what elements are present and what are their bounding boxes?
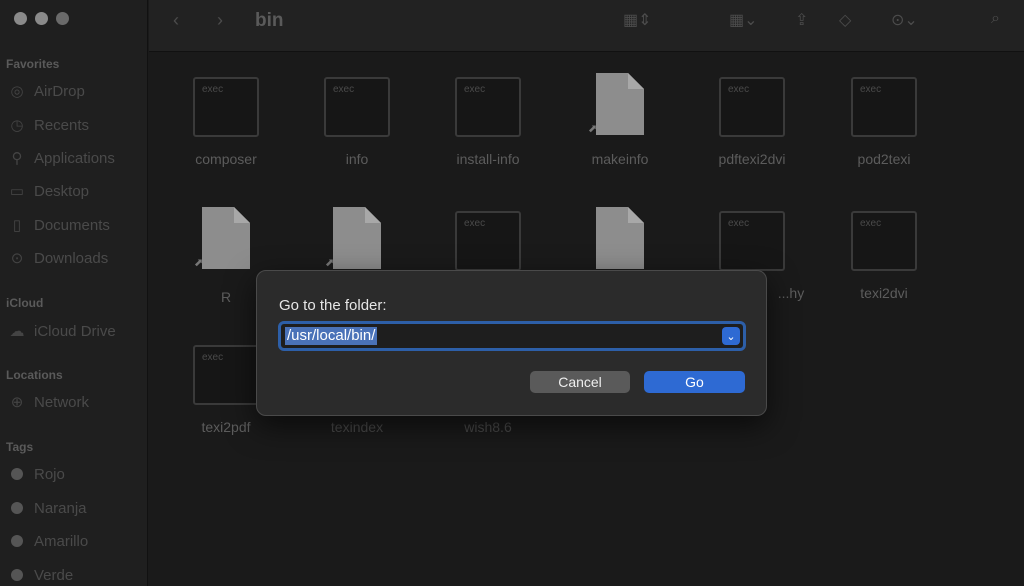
sidebar-item-label: AirDrop — [34, 82, 85, 100]
sidebar-tag-verde[interactable]: Verde — [8, 566, 73, 584]
exec-file-icon: exec — [851, 77, 917, 137]
file-name: texi2dvi — [860, 285, 908, 301]
document-icon — [594, 205, 646, 271]
window-title: bin — [255, 10, 284, 31]
alias-document-icon: ⬈ — [588, 71, 646, 137]
exec-file-icon: exec — [193, 345, 259, 405]
sidebar-item-label: Naranja — [34, 499, 87, 517]
tag-dot-icon — [8, 566, 26, 584]
sidebar-item-label: Network — [34, 393, 90, 411]
desktop-icon: ▭ — [9, 183, 25, 200]
more-actions-icon[interactable]: ⊙⌄ — [891, 10, 918, 30]
back-icon[interactable]: ‹ — [173, 10, 179, 31]
exec-file-icon: exec — [324, 77, 390, 137]
sidebar-item-downloads[interactable]: ⊙ Downloads — [8, 249, 109, 268]
sidebar-header-tags: Tags — [6, 440, 34, 454]
file-item[interactable]: exec install-info — [423, 77, 553, 167]
sidebar-item-label: Desktop — [34, 182, 90, 200]
exec-file-icon: exec — [193, 77, 259, 137]
sidebar-item-label: iCloud Drive — [34, 322, 116, 340]
sidebar-item-recents[interactable]: ◷ Recents — [8, 116, 90, 135]
exec-file-icon: exec — [719, 77, 785, 137]
file-name: makeinfo — [591, 151, 649, 167]
globe-icon: ⊕ — [10, 394, 24, 411]
file-name: composer — [195, 151, 257, 167]
forward-icon[interactable]: › — [217, 10, 223, 31]
share-icon[interactable]: ⇪ — [795, 10, 808, 30]
sidebar-item-label: Rojo — [34, 465, 65, 483]
sidebar-item-network[interactable]: ⊕ Network — [8, 393, 90, 412]
file-name: install-info — [456, 151, 520, 167]
sidebar-header-locations: Locations — [6, 368, 63, 382]
file-name: pdftexi2dvi — [718, 151, 786, 167]
file-item[interactable]: exec composer — [161, 77, 291, 167]
tag-icon[interactable]: ◇ — [839, 10, 851, 30]
folder-path-value: /usr/local/bin/ — [285, 327, 378, 345]
chevron-down-icon[interactable]: ⌄ — [722, 327, 740, 345]
window-controls — [14, 12, 69, 25]
download-icon: ⊙ — [10, 250, 24, 267]
view-grid-icon[interactable]: ▦⇕ — [623, 10, 652, 30]
tag-dot-icon — [8, 465, 26, 483]
sidebar-item-label: Documents — [34, 216, 110, 234]
file-item[interactable]: exec pod2texi — [819, 77, 949, 167]
file-item[interactable] — [555, 205, 685, 271]
minimize-window-button[interactable] — [35, 12, 48, 25]
file-name: texindex — [330, 419, 384, 435]
exec-file-icon: exec — [455, 211, 521, 271]
tag-dot-icon — [8, 532, 26, 550]
sidebar-item-applications[interactable]: ⚲ Applications — [8, 149, 115, 168]
tag-dot-icon — [8, 499, 26, 517]
sidebar: Favorites ◎ AirDrop ◷ Recents ⚲ Applicat… — [0, 0, 148, 586]
toolbar: ‹ › bin ▦⇕ ▦⌄ ⇪ ◇ ⊙⌄ ⌕ — [149, 0, 1024, 52]
file-item[interactable]: exec pdftexi2dvi — [687, 77, 817, 167]
cloud-icon: ☁ — [9, 323, 25, 340]
sidebar-header-icloud: iCloud — [6, 296, 44, 310]
document-icon: ▯ — [12, 217, 22, 234]
sidebar-tag-rojo[interactable]: Rojo — [8, 465, 65, 483]
sidebar-item-label: Recents — [34, 116, 90, 134]
airdrop-icon: ◎ — [10, 83, 24, 100]
file-item[interactable]: ⬈ — [292, 205, 422, 271]
file-item[interactable]: ⬈ makeinfo — [555, 71, 685, 167]
alias-document-icon: ⬈ — [325, 205, 383, 271]
alias-document-icon: ⬈ — [194, 205, 252, 271]
exec-file-icon: exec — [455, 77, 521, 137]
close-window-button[interactable] — [14, 12, 27, 25]
file-item[interactable]: exec info — [292, 77, 422, 167]
exec-file-icon: exec — [851, 211, 917, 271]
folder-path-input[interactable]: /usr/local/bin/ ⌄ — [278, 321, 746, 351]
file-item[interactable]: exec — [423, 211, 553, 271]
file-name: texi2pdf — [201, 419, 251, 435]
cancel-button[interactable]: Cancel — [530, 371, 630, 393]
applications-icon: ⚲ — [11, 150, 23, 167]
sidebar-tag-naranja[interactable]: Naranja — [8, 499, 87, 517]
file-name: pod2texi — [857, 151, 911, 167]
sidebar-item-label: Applications — [34, 149, 115, 167]
sidebar-item-label: Verde — [34, 566, 74, 584]
sidebar-item-documents[interactable]: ▯ Documents — [8, 216, 110, 235]
sidebar-tag-amarillo[interactable]: Amarillo — [8, 532, 88, 550]
zoom-window-button[interactable] — [56, 12, 69, 25]
sidebar-item-desktop[interactable]: ▭ Desktop — [8, 182, 90, 201]
sidebar-header-favorites: Favorites — [6, 57, 60, 71]
file-name: wish8.6 — [464, 419, 512, 435]
dialog-title: Go to the folder: — [279, 297, 387, 314]
sidebar-item-airdrop[interactable]: ◎ AirDrop — [8, 82, 85, 101]
search-icon[interactable]: ⌕ — [991, 10, 1000, 28]
file-item[interactable]: exec texi2dvi — [819, 211, 949, 301]
file-name: info — [345, 151, 369, 167]
sidebar-item-label: Amarillo — [34, 532, 89, 550]
group-by-icon[interactable]: ▦⌄ — [729, 10, 758, 30]
go-to-folder-dialog: Go to the folder: /usr/local/bin/ ⌄ Canc… — [256, 270, 767, 416]
sidebar-item-label: Downloads — [34, 249, 109, 267]
exec-file-icon: exec — [719, 211, 785, 271]
clock-icon: ◷ — [10, 117, 24, 134]
sidebar-item-icloud-drive[interactable]: ☁ iCloud Drive — [8, 322, 116, 341]
go-button[interactable]: Go — [644, 371, 745, 393]
